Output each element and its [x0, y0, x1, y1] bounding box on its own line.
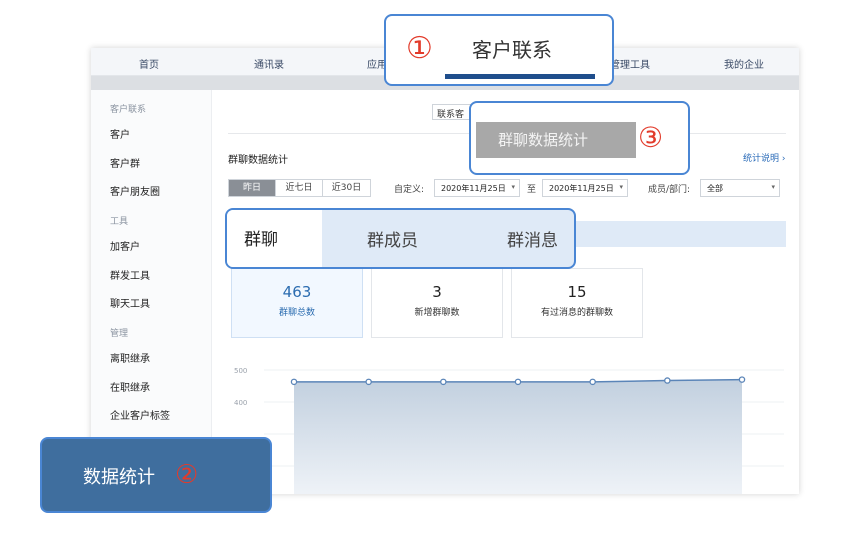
callout-customer-contact: ① 客户联系 — [384, 14, 614, 86]
callout-number: ① — [406, 31, 433, 66]
callout-number: ② — [175, 460, 199, 490]
chart-point — [664, 377, 671, 384]
stat-label: 有过消息的群聊数 — [540, 308, 613, 318]
sidebar-section-management: 管理 — [110, 329, 129, 339]
chart-point — [589, 378, 596, 386]
callout-text: 客户联系 — [472, 38, 552, 62]
callout-group-stats: 群聊数据统计 ③ — [469, 101, 690, 175]
stat-value: 463 — [282, 283, 312, 301]
group-count-chart: 500 400 — [234, 367, 784, 494]
range-30-days[interactable]: 近30日 — [323, 180, 370, 196]
chevron-down-icon: ▾ — [511, 183, 515, 191]
member-select[interactable]: 全部 ▾ — [700, 179, 780, 197]
callout-text: 群聊数据统计 — [476, 122, 636, 158]
sidebar-item-broadcast-tool[interactable]: 群发工具 — [110, 267, 150, 282]
active-tab-underline — [445, 74, 595, 79]
sidebar-item-resigned-inherit[interactable]: 离职继承 — [110, 350, 150, 365]
stat-value: 3 — [432, 283, 442, 301]
chart-point — [440, 378, 447, 386]
callout-number: ③ — [638, 121, 664, 154]
member-filter-label: 成员/部门: — [648, 185, 691, 195]
sidebar-item-customer-tags[interactable]: 企业客户标签 — [110, 407, 170, 422]
nav-contacts[interactable]: 通讯录 — [254, 56, 284, 71]
range-7-days[interactable]: 近七日 — [276, 180, 323, 196]
callout-data-stats: 数据统计 ② — [40, 437, 272, 513]
tab-groups[interactable]: 群聊 — [227, 210, 322, 267]
sidebar-item-active-inherit[interactable]: 在职继承 — [110, 379, 150, 394]
stat-card-active-groups[interactable]: 15 有过消息的群聊数 — [511, 268, 643, 338]
date-from-value: 2020年11月25日 — [441, 184, 506, 193]
stat-label: 群聊总数 — [278, 308, 315, 318]
tutorial-screenshot: 首页 通讯录 应用 管理工具 我的企业 客户联系 客户 客户群 客户朋友圈 工具… — [0, 0, 864, 536]
sidebar-section-tools: 工具 — [110, 217, 129, 227]
stats-help-link[interactable]: 统计说明 › — [743, 151, 785, 164]
chart-area-fill — [294, 379, 742, 494]
stat-card-new-groups[interactable]: 3 新增群聊数 — [371, 268, 503, 338]
sidebar-item-add-customer[interactable]: 加客户 — [110, 238, 140, 253]
chart-point — [290, 378, 298, 386]
callout-stat-tabs: 群聊 群成员 群消息 — [225, 208, 576, 269]
wecom-admin-window: 首页 通讯录 应用 管理工具 我的企业 客户联系 客户 客户群 客户朋友圈 工具… — [91, 48, 799, 494]
nav-home[interactable]: 首页 — [139, 56, 159, 71]
stat-card-total-groups[interactable]: 463 群聊总数 — [231, 268, 363, 338]
chart-y-axis: 500 400 — [234, 367, 247, 407]
date-to-select[interactable]: 2020年11月25日 ▾ — [542, 179, 628, 197]
y-tick-label: 500 — [234, 367, 247, 375]
tab-group-members[interactable]: 群成员 — [367, 226, 418, 251]
custom-range-label: 自定义: — [394, 185, 425, 195]
nav-management-tools[interactable]: 管理工具 — [610, 56, 650, 71]
sidebar-item-moments[interactable]: 客户朋友圈 — [110, 183, 160, 198]
date-from-select[interactable]: 2020年11月25日 ▾ — [434, 179, 520, 197]
chart-point — [514, 378, 522, 386]
range-yesterday[interactable]: 昨日 — [229, 180, 276, 196]
page-title: 群聊数据统计 — [228, 155, 288, 166]
sidebar: 客户联系 客户 客户群 客户朋友圈 工具 加客户 群发工具 聊天工具 管理 离职… — [91, 90, 212, 494]
sidebar-item-customers[interactable]: 客户 — [110, 126, 130, 141]
nav-my-company[interactable]: 我的企业 — [724, 56, 764, 71]
date-to-label: 至 — [527, 185, 537, 195]
stat-label: 新增群聊数 — [414, 308, 460, 318]
callout-text: 数据统计 — [83, 467, 155, 488]
chart-point — [365, 378, 372, 386]
chevron-down-icon: ▾ — [771, 183, 775, 191]
chevron-down-icon: ▾ — [619, 183, 623, 191]
sidebar-section-customer-contact: 客户联系 — [110, 105, 147, 115]
date-range-toggle: 昨日 近七日 近30日 — [228, 179, 371, 197]
date-to-value: 2020年11月25日 — [549, 184, 614, 193]
y-tick-label: 400 — [234, 399, 247, 407]
sidebar-item-customer-groups[interactable]: 客户群 — [110, 155, 140, 170]
sidebar-item-chat-tool[interactable]: 聊天工具 — [110, 295, 150, 310]
stat-value: 15 — [567, 283, 587, 301]
member-value: 全部 — [707, 184, 723, 193]
tab-group-messages[interactable]: 群消息 — [507, 226, 558, 251]
chart-point — [738, 376, 746, 383]
